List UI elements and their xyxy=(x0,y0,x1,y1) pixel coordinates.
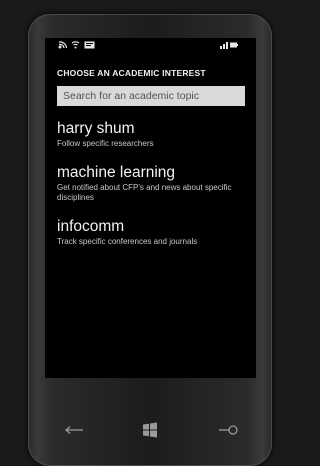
list-item-infocomm[interactable]: infocomm Track specific conferences and … xyxy=(57,218,247,247)
list-item-machine-learning[interactable]: machine learning Get notified about CFP'… xyxy=(57,164,247,203)
list-item-title: harry shum xyxy=(57,120,135,137)
search-icon xyxy=(219,425,238,435)
list-item-description: Get notified about CFP's and news about … xyxy=(57,183,232,202)
status-bar xyxy=(45,38,256,52)
start-button[interactable] xyxy=(138,420,162,440)
back-icon xyxy=(65,426,83,434)
message-icon xyxy=(84,41,95,49)
page-title: CHOOSE AN ACADEMIC INTEREST xyxy=(57,68,206,78)
search-input[interactable] xyxy=(57,86,245,106)
list-item-title: machine learning xyxy=(57,164,176,181)
hardware-nav-bar xyxy=(28,408,272,452)
search-button[interactable] xyxy=(216,420,240,440)
list-item-title: infocomm xyxy=(57,218,125,235)
status-icons-right xyxy=(220,41,238,49)
phone-screen: CHOOSE AN ACADEMIC INTEREST harry shum F… xyxy=(45,38,256,378)
status-icons-left xyxy=(58,41,95,49)
back-button[interactable] xyxy=(62,420,86,440)
list-item-harry-shum[interactable]: harry shum Follow specific researchers xyxy=(57,120,247,149)
list-item-description: Track specific conferences and journals xyxy=(57,237,198,246)
list-item-description: Follow specific researchers xyxy=(57,139,154,148)
windows-start-icon xyxy=(143,422,157,438)
wifi-icon xyxy=(71,41,80,49)
battery-icon xyxy=(220,42,238,49)
signal-icon xyxy=(58,41,67,49)
